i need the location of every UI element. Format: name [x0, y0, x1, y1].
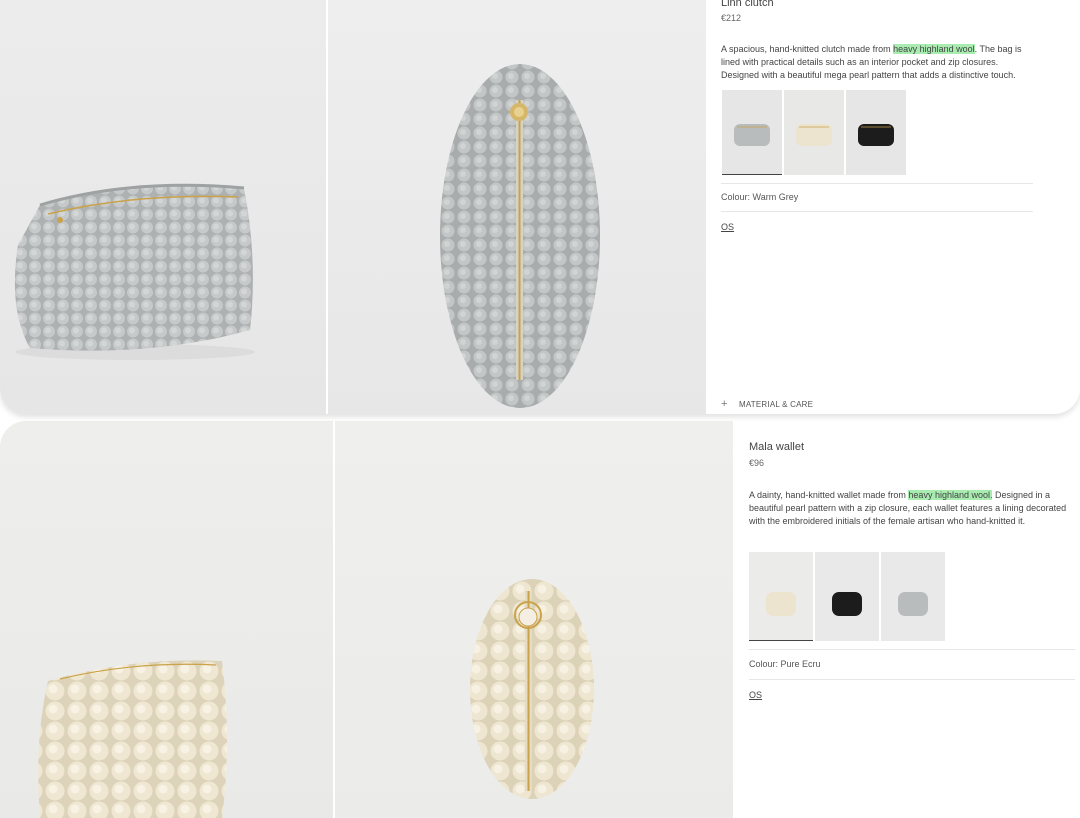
highlighted-text: heavy highland wool. [908, 490, 993, 500]
product-description: A dainty, hand-knitted wallet made from … [749, 490, 1067, 526]
colour-indicator: Colour: Pure Ecru [749, 659, 821, 669]
divider [721, 183, 1033, 184]
ecru-wallet-side-image [38, 660, 228, 818]
swatch-grey[interactable] [881, 552, 945, 641]
product-title: Mala wallet [749, 441, 805, 453]
divider [749, 679, 1075, 680]
swatch-black[interactable] [846, 90, 906, 175]
product-card-linn-clutch: Linn clutch €212 A spacious, hand-knitte… [0, 0, 1080, 414]
colour-value: Pure Ecru [780, 659, 821, 669]
product-description: A spacious, hand-knitted clutch made fro… [721, 44, 1022, 80]
swatch-ecru[interactable] [749, 552, 813, 641]
swatch-grey[interactable] [722, 90, 782, 175]
colour-indicator: Colour: Warm Grey [721, 192, 799, 202]
ecru-wallet-top-image [470, 579, 594, 799]
product-price: €212 [721, 13, 742, 23]
divider [749, 649, 1075, 650]
product-price: €96 [749, 458, 765, 468]
colour-value: Warm Grey [752, 192, 799, 202]
grey-clutch-side-image [14, 183, 255, 360]
colour-swatches [722, 90, 906, 175]
swatch-ecru[interactable] [784, 90, 844, 175]
plus-icon: + [721, 398, 728, 410]
product-photo-top[interactable] [328, 0, 706, 414]
size-option-os[interactable]: OS [749, 690, 762, 700]
product-card-mala-wallet: Mala wallet €96 A dainty, hand-knitted w… [0, 421, 1080, 818]
colour-swatches [749, 552, 945, 641]
product-photo-side[interactable] [0, 0, 326, 414]
product-info-panel: Mala wallet €96 A dainty, hand-knitted w… [734, 421, 1080, 818]
accordion-label: MATERIAL & CARE [739, 400, 814, 409]
grey-clutch-top-image [440, 64, 600, 408]
product-title: Linn clutch [721, 0, 774, 9]
product-photo-side[interactable] [0, 421, 333, 818]
product-info-panel: Linn clutch €212 A spacious, hand-knitte… [707, 0, 1080, 414]
swatch-black[interactable] [815, 552, 879, 641]
product-photo-top[interactable] [335, 421, 733, 818]
size-option-os[interactable]: OS [721, 222, 734, 232]
material-care-accordion[interactable]: + MATERIAL & CARE [721, 398, 813, 410]
divider [721, 211, 1033, 212]
highlighted-text: heavy highland wool [893, 44, 975, 54]
